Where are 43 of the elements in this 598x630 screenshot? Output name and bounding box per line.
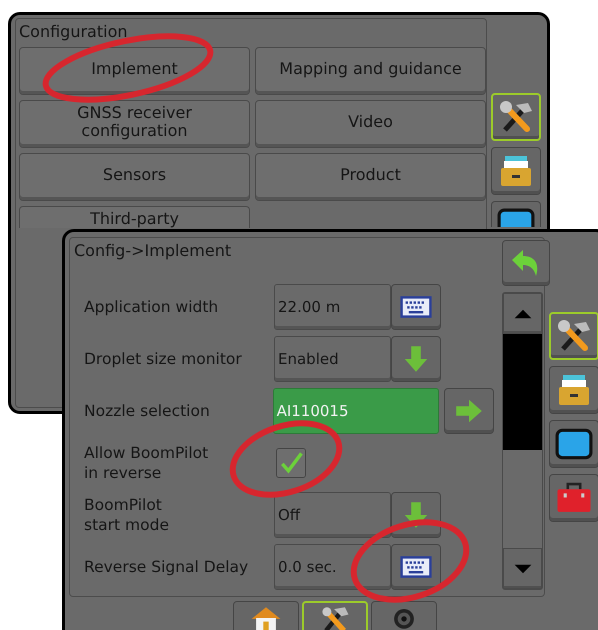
setting-label: Nozzle selection <box>83 401 211 421</box>
value-field[interactable]: 22.00 m <box>274 284 391 330</box>
tools-tab[interactable] <box>549 312 598 360</box>
scroll-down-icon[interactable] <box>503 548 542 589</box>
storage-tab[interactable] <box>491 147 541 195</box>
keyboard-icon <box>400 295 432 319</box>
home-tab[interactable] <box>233 601 299 630</box>
window-title: Configuration <box>19 21 129 43</box>
setting-label: Reverse Signal Delay <box>83 557 250 577</box>
display-tab[interactable] <box>491 201 541 227</box>
keyboard-button[interactable] <box>391 544 441 590</box>
tools-tab[interactable] <box>302 601 368 630</box>
menu-button[interactable]: Product <box>255 153 486 201</box>
value-field[interactable]: Enabled <box>274 336 391 382</box>
value-field[interactable]: Off <box>274 492 391 538</box>
setting-label: Allow BoomPilot in reverse <box>83 443 210 483</box>
menu-button[interactable]: Implement <box>19 47 250 95</box>
value-field[interactable]: AI110015 <box>272 388 440 434</box>
tools-tab[interactable] <box>491 93 541 141</box>
dropdown-button[interactable] <box>391 336 441 382</box>
setting-label: Droplet size monitor <box>83 349 243 369</box>
window-title: Config->Implement <box>74 240 232 262</box>
toolbox-tab[interactable] <box>549 474 598 522</box>
menu-button[interactable]: GNSS receiver configuration <box>19 100 250 148</box>
setting-label: BoomPilot start mode <box>83 495 170 535</box>
menu-button[interactable]: Mapping and guidance <box>255 47 486 95</box>
value-field[interactable]: 0.0 sec. <box>274 544 391 590</box>
keyboard-icon <box>400 555 432 579</box>
storage-tab[interactable] <box>549 366 598 414</box>
back-button[interactable] <box>502 240 550 286</box>
setting-label: Application width <box>83 297 220 317</box>
next-button[interactable] <box>444 388 494 434</box>
checkbox[interactable] <box>276 448 306 478</box>
scrollbar[interactable] <box>502 292 543 590</box>
screen-icon <box>555 428 593 460</box>
screen-icon <box>497 208 535 227</box>
menu-button[interactable]: Third-party <box>19 206 250 228</box>
display-tab[interactable] <box>549 420 598 468</box>
toolbox-icon <box>555 482 593 514</box>
keyboard-button[interactable] <box>391 284 441 330</box>
scroll-up-icon[interactable] <box>503 293 542 334</box>
menu-button[interactable]: Sensors <box>19 153 250 201</box>
menu-button[interactable]: Video <box>255 100 486 148</box>
